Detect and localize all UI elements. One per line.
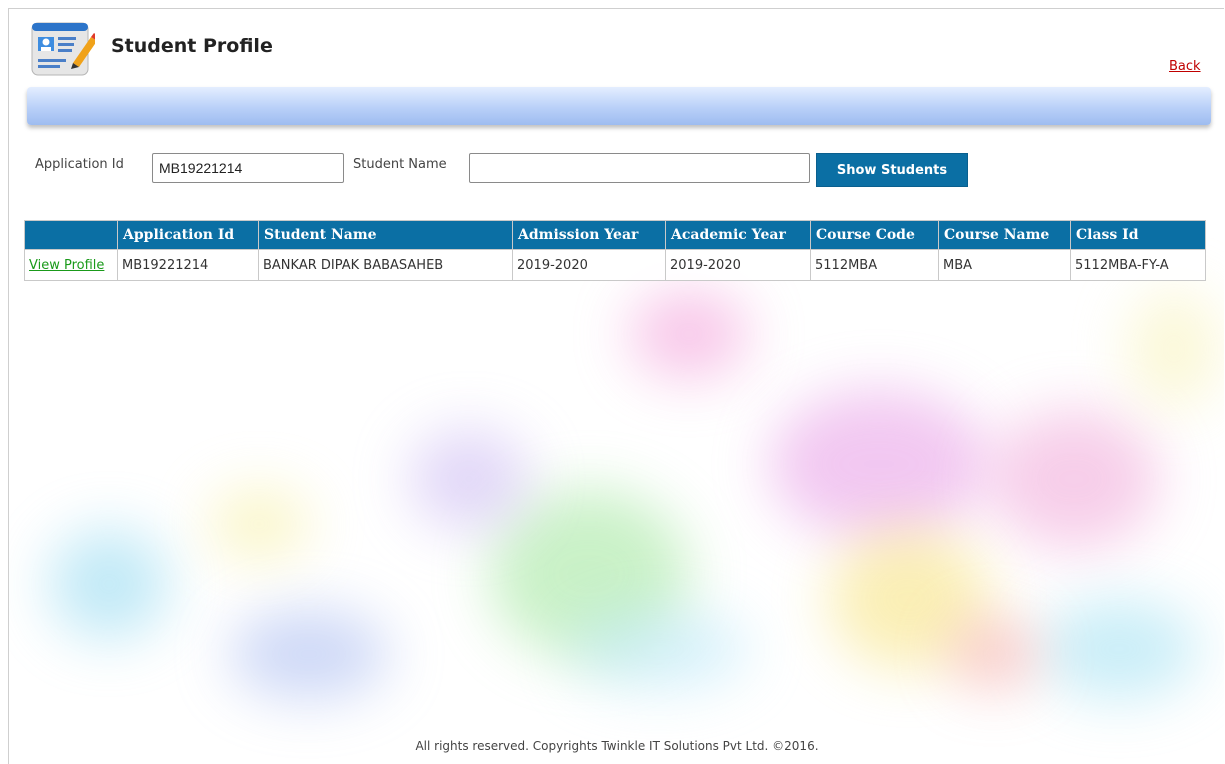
course-name-cell: MBA [938, 249, 1071, 281]
students-table: Application Id Student Name Admission Ye… [24, 220, 1206, 281]
application-id-label: Application Id [35, 157, 124, 172]
course-code-cell: 5112MBA [810, 249, 939, 281]
view-profile-link[interactable]: View Profile [29, 258, 104, 273]
action-cell: View Profile [24, 249, 118, 281]
column-header-student-name: Student Name [258, 220, 513, 250]
student-name-input[interactable] [469, 153, 810, 183]
column-header-action [24, 220, 118, 250]
table-row: View Profile MB19221214 BANKAR DIPAK BAB… [24, 249, 1206, 281]
page-frame: Student Profile Back Application Id Stud… [8, 8, 1224, 764]
footer-copyright: All rights reserved. Copyrights Twinkle … [415, 739, 819, 753]
table-header-row: Application Id Student Name Admission Ye… [24, 220, 1206, 250]
header-bar [27, 87, 1211, 125]
column-header-course-code: Course Code [810, 220, 939, 250]
column-header-application-id: Application Id [117, 220, 259, 250]
student-name-cell: BANKAR DIPAK BABASAHEB [258, 249, 513, 281]
application-id-input[interactable] [152, 153, 344, 183]
academic-year-cell: 2019-2020 [665, 249, 811, 281]
column-header-academic-year: Academic Year [665, 220, 811, 250]
column-header-class-id: Class Id [1070, 220, 1206, 250]
show-students-button[interactable]: Show Students [816, 153, 968, 187]
profile-form-icon [31, 19, 99, 81]
admission-year-cell: 2019-2020 [512, 249, 666, 281]
class-id-cell: 5112MBA-FY-A [1070, 249, 1206, 281]
column-header-course-name: Course Name [938, 220, 1071, 250]
student-name-label: Student Name [353, 157, 447, 172]
back-link[interactable]: Back [1169, 59, 1201, 74]
column-header-admission-year: Admission Year [512, 220, 666, 250]
page-title: Student Profile [111, 35, 273, 57]
application-id-cell: MB19221214 [117, 249, 259, 281]
